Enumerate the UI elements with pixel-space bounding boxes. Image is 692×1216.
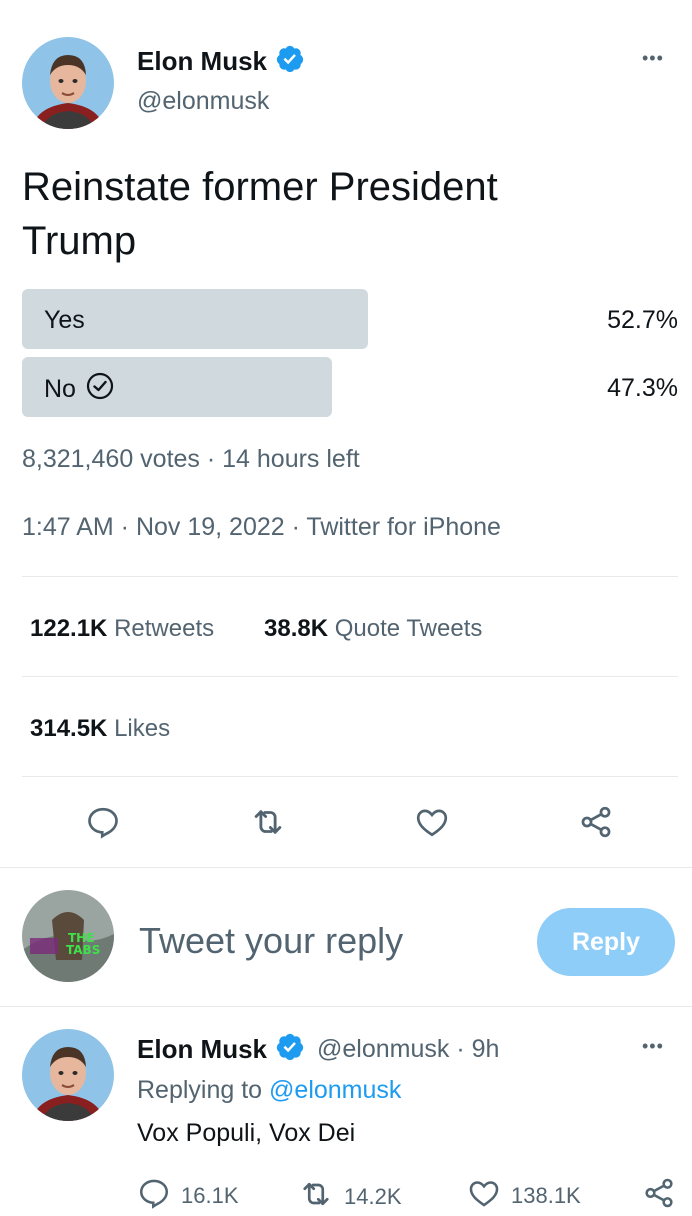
more-options-icon[interactable]: •••	[642, 48, 664, 69]
poll-option-yes: Yes 52.7%	[22, 289, 678, 349]
like-count: 138.1K	[511, 1183, 581, 1208]
reply-icon	[137, 1176, 171, 1216]
poll-option-label: No	[44, 375, 76, 403]
reply-retweet-action[interactable]: 14.2K	[298, 1176, 402, 1216]
retweets-label: Retweets	[114, 615, 215, 642]
poll: Yes 52.7% No 47.3%	[22, 289, 678, 417]
replying-prefix: Replying to	[137, 1076, 270, 1104]
retweets-count: 122.1K	[30, 615, 108, 642]
reply-count: 16.1K	[181, 1183, 239, 1208]
divider	[22, 576, 678, 577]
verified-badge-icon	[275, 44, 305, 79]
retweet-count: 14.2K	[344, 1184, 402, 1209]
tweet-text: Reinstate former President Trump	[22, 160, 672, 268]
reply-icon[interactable]	[83, 802, 123, 842]
reply-button[interactable]: Reply	[537, 908, 675, 976]
poll-option-label: Yes	[44, 306, 85, 334]
reply-reply-action[interactable]: 16.1K	[137, 1176, 239, 1216]
divider	[0, 1006, 692, 1007]
like-icon	[467, 1176, 501, 1216]
reply-more-options-icon[interactable]: •••	[642, 1036, 664, 1057]
author-avatar[interactable]	[22, 37, 114, 129]
svg-text:TABS: TABS	[66, 943, 100, 957]
replying-to-handle[interactable]: @elonmusk	[269, 1076, 401, 1104]
poll-label-yes: Yes	[44, 306, 85, 335]
likes-stat[interactable]: 314.5K Likes	[30, 715, 170, 743]
reply-author-name[interactable]: Elon Musk	[137, 1034, 267, 1065]
like-icon[interactable]	[412, 802, 452, 842]
reply-header: Elon Musk @elonmusk · 9h	[137, 1032, 499, 1067]
likes-label: Likes	[114, 715, 171, 742]
current-user-avatar[interactable]: THE TABS	[22, 890, 114, 982]
poll-label-no: No	[44, 372, 114, 407]
share-icon[interactable]	[576, 802, 616, 842]
retweet-icon	[298, 1176, 334, 1216]
divider	[0, 867, 692, 868]
poll-summary: 8,321,460 votes · 14 hours left	[22, 445, 360, 473]
author-handle[interactable]: @elonmusk	[137, 87, 269, 116]
reply-like-action[interactable]: 138.1K	[467, 1176, 581, 1216]
tweet-text-line1: Reinstate former President	[22, 165, 498, 209]
reply-input[interactable]: Tweet your reply	[139, 920, 403, 962]
reply-author-handle-time[interactable]: @elonmusk · 9h	[317, 1035, 499, 1064]
quote-tweets-count: 38.8K	[264, 615, 329, 642]
poll-percent-no: 47.3%	[607, 374, 678, 402]
retweets-stat[interactable]: 122.1K Retweets	[30, 615, 214, 643]
voted-check-icon	[86, 372, 114, 407]
likes-count: 314.5K	[30, 715, 108, 742]
tweet-timestamp[interactable]: 1:47 AM · Nov 19, 2022 · Twitter for iPh…	[22, 513, 501, 542]
poll-percent-yes: 52.7%	[607, 306, 678, 334]
tweet-text-line2: Trump	[22, 219, 137, 263]
verified-badge-icon	[275, 1032, 305, 1067]
divider	[22, 676, 678, 677]
reply-share-action[interactable]	[642, 1176, 676, 1216]
retweet-icon[interactable]	[248, 802, 288, 842]
divider	[22, 776, 678, 777]
author-name-row: Elon Musk	[137, 44, 305, 79]
author-name[interactable]: Elon Musk	[137, 46, 267, 77]
reply-text: Vox Populi, Vox Dei	[137, 1119, 356, 1147]
poll-option-no: No 47.3%	[22, 357, 678, 417]
replying-to: Replying to @elonmusk	[137, 1076, 401, 1105]
reply-author-avatar[interactable]	[22, 1029, 114, 1121]
quote-tweets-stat[interactable]: 38.8K Quote Tweets	[264, 615, 482, 643]
quote-tweets-label: Quote Tweets	[334, 615, 483, 642]
share-icon	[642, 1176, 676, 1216]
